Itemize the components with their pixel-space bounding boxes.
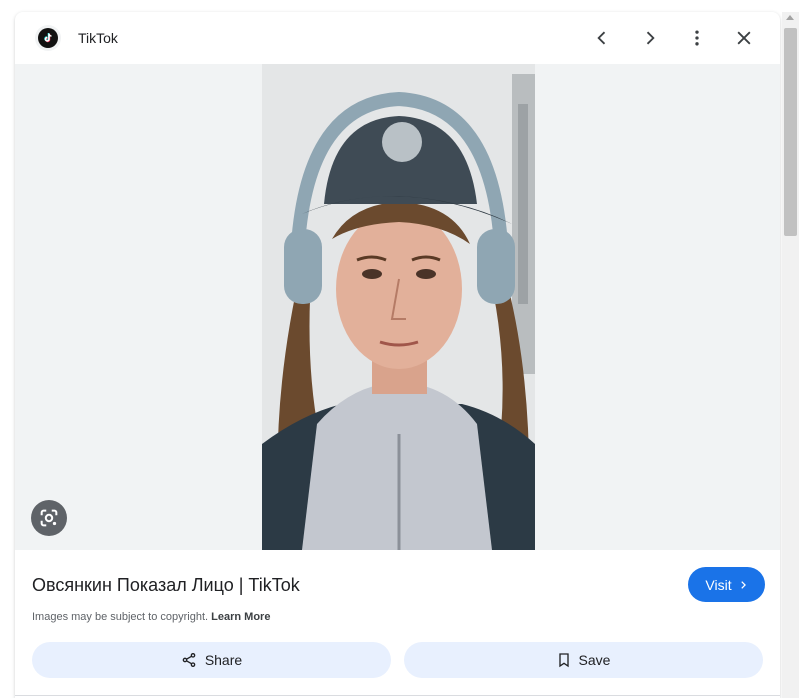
more-options-button[interactable] <box>683 24 711 52</box>
scrollbar-thumb[interactable] <box>784 28 797 236</box>
save-label: Save <box>578 652 611 668</box>
lens-icon <box>40 509 58 527</box>
visit-label: Visit <box>705 576 732 593</box>
chevron-right-icon <box>740 580 746 589</box>
copyright-notice: Images may be subject to copyright. Lear… <box>32 611 270 623</box>
visit-button[interactable]: Visit <box>688 567 765 602</box>
share-label: Share <box>204 652 243 668</box>
vertical-scrollbar[interactable] <box>782 12 799 698</box>
previous-button[interactable] <box>588 24 616 52</box>
preview-header: TikTok <box>15 12 780 64</box>
close-icon <box>737 31 751 45</box>
image-preview-panel: TikTok Овсянкин Показал Лицо | TikTok Vi… <box>15 12 780 698</box>
source-name[interactable]: TikTok <box>78 30 118 46</box>
source-logo[interactable] <box>35 25 61 51</box>
next-button[interactable] <box>636 24 664 52</box>
chevron-right-icon <box>646 31 655 45</box>
divider <box>15 695 780 696</box>
preview-image[interactable] <box>262 64 535 550</box>
share-button[interactable]: Share <box>32 642 391 678</box>
image-viewer <box>15 64 780 550</box>
google-lens-button[interactable] <box>31 500 67 536</box>
scroll-up-icon[interactable] <box>786 15 794 20</box>
copyright-text: Images may be subject to copyright. <box>32 611 209 623</box>
tiktok-logo-icon <box>38 28 58 48</box>
learn-more-link[interactable]: Learn More <box>211 611 270 623</box>
image-title[interactable]: Овсянкин Показал Лицо | TikTok <box>32 575 300 596</box>
close-button[interactable] <box>730 24 758 52</box>
more-vert-icon <box>695 30 699 46</box>
save-button[interactable]: Save <box>404 642 763 678</box>
chevron-left-icon <box>597 31 606 45</box>
bookmark-icon <box>558 653 569 668</box>
portrait-photo <box>262 64 535 550</box>
share-icon <box>182 653 196 667</box>
